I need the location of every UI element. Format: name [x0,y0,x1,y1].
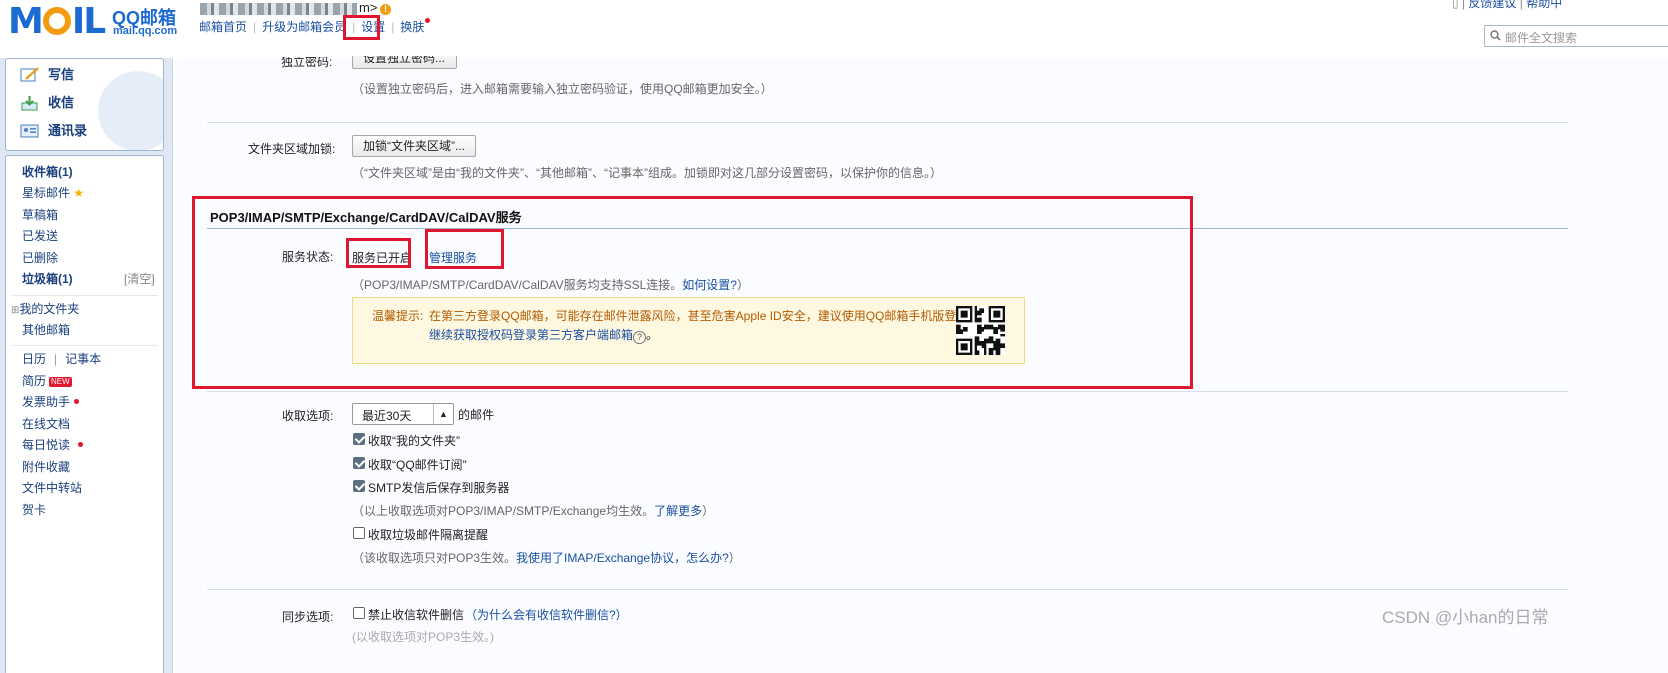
sync-options-label: 同步选项: [282,610,334,624]
top-right-links: ▯ | 反馈建议 | 帮助中 [1452,0,1562,11]
pop3-only-hint: （该收取选项只对POP3生效。我使用了IMAP/Exchange协议，怎么办?） [352,551,741,565]
select-arrow-icon: ▲ [433,404,453,424]
smtp-save-label: SMTP发信后保存到服务器 [368,481,510,495]
prevent-client-delete-checkbox[interactable] [353,607,365,619]
receive-options-hint: （以上收取选项对POP3/IMAP/SMTP/Exchange均生效。了解更多） [352,504,715,518]
folder-drafts[interactable]: 草稿箱 [22,207,58,223]
penguin-decoration [98,71,163,150]
star-icon: ★ [73,186,85,200]
logo-domain: mail.qq.com [113,25,178,37]
why-client-delete-link[interactable]: （为什么会有收信软件删信?） [465,606,628,623]
nav-upgrade-vip[interactable]: 升级为邮箱会员 [262,20,346,34]
app-resume[interactable]: 简历 NEW [22,373,72,389]
app-invoice[interactable]: 发票助手 [22,394,80,410]
nav-change-skin[interactable]: 换肤 [400,20,424,34]
folder-sent[interactable]: 已发送 [22,228,58,244]
contacts-icon [20,124,39,138]
folder-other-mail[interactable]: 其他邮箱 [22,322,70,338]
folder-list-panel: 收件箱(1) 星标邮件 ★ 草稿箱 已发送 已删除 垃圾箱(1) [清空] ⊞我… [5,155,164,673]
receive-my-folders-checkbox[interactable] [353,433,365,445]
feedback-link[interactable]: 反馈建议 [1468,0,1516,10]
calendar-link[interactable]: 日历 [22,352,46,366]
receive-options-label: 收取选项: [282,409,334,423]
receive-button[interactable]: 收信 [20,92,74,114]
divider [207,589,1568,590]
warning-icon[interactable]: ! [380,4,391,15]
spam-remind-label: 收取垃圾邮件隔离提醒 [368,528,489,542]
sidebar: 写信 收信 通讯录 收件箱(1) 星标邮件 ★ 草稿箱 已发送 已删除 垃圾箱(… [0,58,168,673]
top-nav: 邮箱首页 | 升级为邮箱会员 | 设置 | 换肤 [199,18,431,35]
folder-inbox[interactable]: 收件箱(1) [22,164,73,180]
imap-exchange-help-link[interactable]: 我使用了IMAP/Exchange协议，怎么办? [516,551,729,565]
prevent-client-delete-label: 禁止收信软件删信 [368,608,465,622]
sync-hint-cutoff: (以收取选项对POP3生效。) [352,630,495,644]
highlight-service-section [192,196,1193,389]
receive-my-folders-label: 收取“我的文件夹” [368,434,460,448]
receive-subscriptions-label: 收取“QQ邮件订阅” [368,458,467,472]
clear-spam-link[interactable]: [清空] [124,271,155,287]
receive-range-suffix: 的邮件 [458,408,495,422]
help-link[interactable]: 帮助中 [1526,0,1562,10]
notes-link[interactable]: 记事本 [65,352,101,366]
contacts-button[interactable]: 通讯录 [20,120,87,142]
divider [11,295,158,296]
lock-folder-area-button[interactable]: 加锁“文件夹区域”... [352,135,476,157]
watermark: CSDN @小han的日常 [1382,608,1549,627]
inbox-download-icon [21,96,38,111]
write-icon [20,67,39,82]
new-dot-icon [425,18,431,23]
divider [11,345,158,346]
folder-my-folders[interactable]: ⊞我的文件夹 [11,301,79,319]
smtp-save-checkbox[interactable] [353,480,365,492]
red-dot-icon [78,442,84,447]
app-daily-read[interactable]: 每日悦读 [22,437,84,453]
new-badge: NEW [49,377,72,387]
red-dot-icon [74,399,80,404]
quick-actions-panel: 写信 收信 通讯录 [5,58,164,151]
app-online-docs[interactable]: 在线文档 [22,416,70,432]
independent-password-hint: （设置独立密码后，进入邮箱需要输入独立密码验证，使用QQ邮箱更加安全。） [352,82,773,96]
top-bar: M IL QQ邮箱 mail.qq.com m> ! 邮箱首页 | 升级为邮箱会员 | 设… [0,0,1668,58]
app-file-transfer[interactable]: 文件中转站 [22,480,82,496]
folder-starred[interactable]: 星标邮件 ★ [22,185,84,201]
folder-deleted[interactable]: 已删除 [22,250,58,266]
spam-remind-checkbox[interactable] [353,527,365,539]
user-email-blurred [200,3,370,15]
search-placeholder: 邮件全文搜索 [1505,31,1578,45]
folder-lock-hint: （“文件夹区域”是由“我的文件夹”、“其他邮箱”、“记事本”组成。加锁即对这几部… [352,166,942,180]
compose-button[interactable]: 写信 [20,64,74,86]
user-email-tail: m> [357,0,380,15]
search-icon [1490,30,1501,41]
folder-spam[interactable]: 垃圾箱(1) [22,271,73,287]
highlight-settings [343,15,380,40]
folder-lock-label: 文件夹区域加锁: [248,142,336,156]
divider [207,122,1568,123]
search-input[interactable]: 邮件全文搜索 [1484,25,1668,47]
app-calendar-notes: 日历 | 记事本 [22,352,102,366]
app-greeting-cards[interactable]: 贺卡 [22,502,46,518]
receive-subscriptions-checkbox[interactable] [353,457,365,469]
phone-icon: ▯ [1452,0,1459,10]
nav-mail-home[interactable]: 邮箱首页 [199,20,247,34]
app-attachments[interactable]: 附件收藏 [22,459,70,475]
mail-logo[interactable]: M IL [8,2,106,42]
receive-range-select[interactable]: 最近30天 ▲ [352,403,454,425]
divider [207,391,1568,392]
learn-more-link[interactable]: 了解更多 [654,504,702,518]
